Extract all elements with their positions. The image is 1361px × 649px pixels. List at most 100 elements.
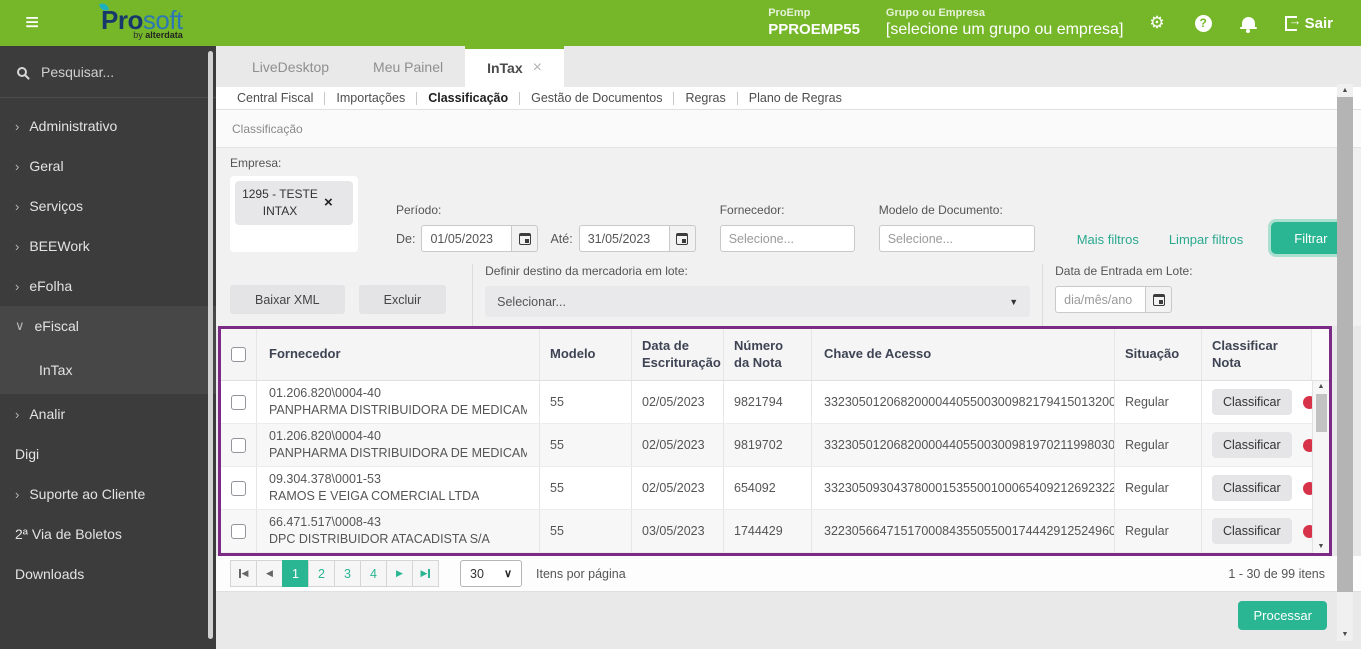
footer-bar: Processar	[216, 592, 1361, 649]
situacao-cell: Regular	[1115, 381, 1202, 423]
data-entrada-input[interactable]	[1055, 286, 1146, 313]
calendar-icon	[1152, 293, 1165, 306]
subtab[interactable]: Central Fiscal	[226, 91, 326, 105]
sidebar-item-label: Geral	[29, 158, 64, 174]
status-dot	[1302, 524, 1312, 538]
sidebar-item[interactable]: › Geral	[0, 146, 216, 186]
breadcrumb-label: Classificação	[232, 121, 303, 136]
calendar-icon	[518, 232, 531, 245]
destino-dropdown[interactable]: Selecionar... ▼	[485, 286, 1031, 317]
sidebar-item-label: 2ª Via de Boletos	[15, 526, 122, 542]
pagination-prev-button[interactable]: ◀	[256, 560, 283, 587]
numero-nota-cell: 9819702	[724, 424, 812, 466]
scroll-up-icon[interactable]: ▲	[1318, 382, 1325, 392]
proemp-label: ProEmp	[768, 7, 811, 20]
limpar-filtros-link[interactable]: Limpar filtros	[1169, 232, 1243, 260]
proemp-value: PPROEMP55	[768, 20, 860, 38]
calendar-button[interactable]	[511, 225, 539, 252]
excluir-button[interactable]: Excluir	[358, 285, 447, 314]
pagination-next-button[interactable]: ▶	[386, 560, 413, 587]
classificar-button[interactable]: Classificar	[1212, 432, 1292, 458]
logout-button[interactable]: → Sair	[1284, 13, 1333, 32]
chip-close-icon[interactable]: ×	[324, 194, 333, 211]
fornecedor-input[interactable]	[719, 225, 855, 252]
scroll-down-icon[interactable]: ▼	[1342, 628, 1349, 641]
sidebar-item[interactable]: › Suporte ao Cliente	[0, 474, 216, 514]
pagination-first-button[interactable]: ◀	[230, 560, 257, 587]
sidebar-item-label: Administrativo	[29, 118, 118, 134]
subtab[interactable]: Importações	[325, 91, 418, 105]
sidebar-item[interactable]: ∨ eFiscal	[0, 306, 216, 346]
pagination-page-button[interactable]: 1	[282, 560, 309, 587]
chevron-icon: ›	[15, 198, 20, 214]
sidebar-scrollbar[interactable]	[208, 51, 213, 639]
prosoft-logo[interactable]: Prosoft by alterdata	[99, 1, 183, 40]
sidebar-item[interactable]: › BEEWork	[0, 226, 216, 266]
subtab[interactable]: Regras	[674, 91, 738, 105]
filter-panel: Empresa: 1295 - TESTE INTAX × Período: D…	[216, 148, 1361, 326]
help-icon[interactable]: ?	[1194, 14, 1212, 32]
subtab[interactable]: Gestão de Documentos	[520, 91, 675, 105]
sidebar-item[interactable]: 2ª Via de Boletos	[0, 514, 216, 554]
sidebar-item[interactable]: › Serviços	[0, 186, 216, 226]
row-checkbox[interactable]	[231, 437, 246, 453]
sidebar-item[interactable]: Downloads	[0, 554, 216, 594]
scroll-down-icon[interactable]: ▼	[1318, 542, 1325, 552]
documents-table: Fornecedor Modelo Data de Escrituração N…	[218, 326, 1332, 556]
fornecedor-nome: PANPHARMA DISTRIBUIDORA DE MEDICAMENTOS …	[269, 446, 527, 460]
table-scrollbar-thumb[interactable]	[1315, 393, 1327, 432]
fornecedor-cnpj: 01.206.820\0004-40	[269, 386, 381, 401]
tab[interactable]: InTax ×	[465, 46, 564, 87]
modelo-documento-input[interactable]	[878, 225, 1035, 252]
proemp-selector[interactable]: ProEmp PPROEMP55	[768, 7, 860, 38]
classificar-button[interactable]: Classificar	[1212, 475, 1292, 501]
subtab[interactable]: Plano de Regras	[738, 91, 853, 105]
bell-icon[interactable]	[1239, 17, 1257, 33]
fornecedor-cnpj: 09.304.378\0001-53	[269, 472, 381, 487]
calendar-icon	[676, 232, 689, 245]
row-checkbox[interactable]	[231, 394, 246, 410]
scroll-up-icon[interactable]: ▲	[1342, 84, 1349, 97]
situacao-cell: Regular	[1115, 424, 1202, 466]
group-company-selector[interactable]: Grupo ou Empresa [selecione um grupo ou …	[886, 7, 1123, 39]
modelo-cell: 55	[540, 510, 632, 552]
pagination-page-button[interactable]: 4	[360, 560, 387, 587]
empresa-field[interactable]: 1295 - TESTE INTAX ×	[230, 176, 358, 252]
classificar-button[interactable]: Classificar	[1212, 518, 1292, 544]
select-all-checkbox[interactable]	[231, 347, 246, 362]
sidebar-item[interactable]: Digi	[0, 434, 216, 474]
mais-filtros-link[interactable]: Mais filtros	[1077, 232, 1139, 260]
tab[interactable]: Meu Painel	[351, 46, 465, 87]
date-from-input[interactable]	[421, 225, 512, 252]
sidebar-search[interactable]: Pesquisar...	[0, 46, 216, 98]
row-checkbox[interactable]	[231, 523, 246, 539]
date-to-input[interactable]	[578, 225, 669, 252]
close-icon[interactable]: ×	[533, 59, 542, 77]
sidebar-item[interactable]: › Administrativo	[0, 106, 216, 146]
tab[interactable]: LiveDesktop	[230, 46, 351, 87]
logout-icon: →	[1284, 13, 1302, 31]
hamburger-menu-icon[interactable]: ≡	[25, 11, 39, 35]
pagination-last-button[interactable]: ▶	[412, 560, 439, 587]
processar-button[interactable]: Processar	[1238, 601, 1327, 630]
main-scrollbar[interactable]: ▲ ▼	[1337, 84, 1353, 641]
main-scrollbar-thumb[interactable]	[1337, 97, 1353, 592]
table-scrollbar[interactable]: ▲ ▼	[1312, 381, 1329, 553]
page-size-select[interactable]: 30 ∨	[460, 560, 522, 587]
table-row: 01.206.820\0004-40 PANPHARMA DISTRIBUIDO…	[221, 381, 1312, 424]
classificar-button[interactable]: Classificar	[1212, 389, 1292, 415]
pagination-page-button[interactable]: 3	[334, 560, 361, 587]
sidebar-item[interactable]: › eFolha	[0, 266, 216, 306]
subtab[interactable]: Classificação	[417, 91, 521, 105]
sidebar-item[interactable]: › Analir	[0, 394, 216, 434]
header-numero-nota: Número da Nota	[724, 329, 812, 380]
calendar-button[interactable]	[1145, 286, 1173, 313]
sidebar-item[interactable]: InTax	[0, 346, 216, 394]
pagination-page-button[interactable]: 2	[308, 560, 335, 587]
calendar-button[interactable]	[668, 225, 696, 252]
logout-label: Sair	[1304, 14, 1333, 32]
baixar-xml-button[interactable]: Baixar XML	[230, 285, 345, 314]
gear-icon[interactable]: ⚙	[1149, 13, 1164, 33]
sidebar-item-label: Downloads	[15, 566, 85, 582]
row-checkbox[interactable]	[231, 480, 246, 496]
